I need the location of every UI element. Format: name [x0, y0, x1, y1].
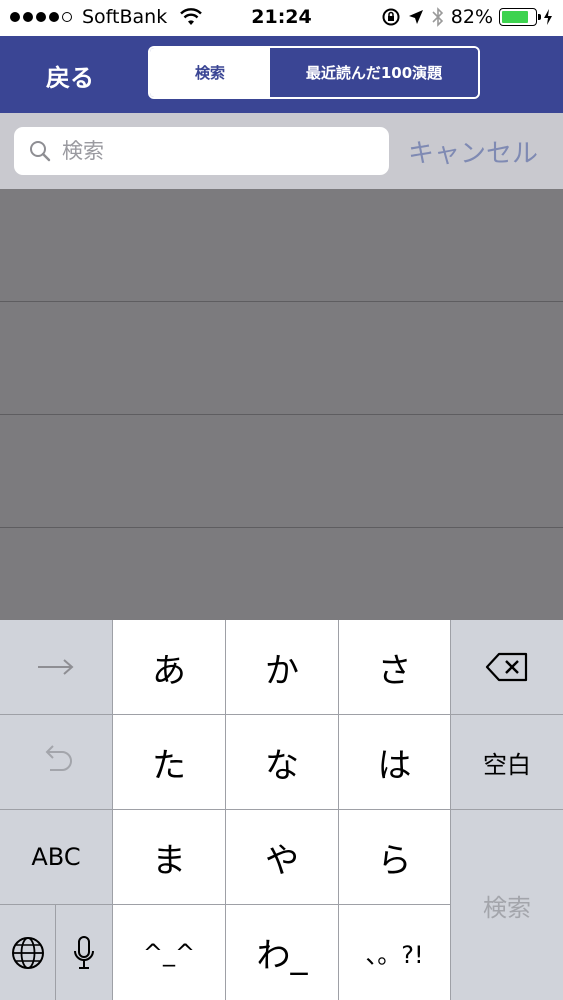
kana-key[interactable]: や [226, 810, 339, 905]
tab-recent-100[interactable]: 最近読んだ100演題 [270, 48, 478, 97]
search-input[interactable] [62, 139, 362, 163]
backspace-icon [485, 652, 528, 682]
kana-key[interactable]: た [113, 715, 226, 810]
kana-keyboard: あ か さ た な は 空白 ABC ま や ら 検索 ^_^ わ_ 、。?! [0, 620, 563, 1000]
kana-key[interactable]: な [226, 715, 339, 810]
arrow-right-icon [38, 659, 74, 675]
space-key[interactable]: 空白 [451, 715, 563, 810]
emoticon-key[interactable]: ^_^ [113, 905, 226, 1000]
results-overlay[interactable] [0, 189, 563, 620]
kana-key[interactable]: さ [339, 620, 451, 715]
charging-bolt-icon [544, 9, 552, 25]
punctuation-key[interactable]: 、。?! [339, 905, 451, 1000]
segmented-control: 検索 最近読んだ100演題 [148, 46, 480, 99]
kana-key[interactable]: わ_ [226, 905, 339, 1000]
list-item [0, 189, 563, 302]
kana-key[interactable]: ら [339, 810, 451, 905]
back-button[interactable]: 戻る [46, 58, 94, 93]
kana-key[interactable]: あ [113, 620, 226, 715]
battery-percent: 82% [450, 6, 493, 28]
delete-key[interactable] [451, 620, 563, 715]
kana-key[interactable]: か [226, 620, 339, 715]
microphone-key[interactable] [56, 905, 113, 1000]
search-key[interactable]: 検索 [451, 810, 563, 1000]
abc-key[interactable]: ABC [0, 810, 113, 905]
cancel-button[interactable]: キャンセル [408, 133, 538, 170]
cursor-right-key[interactable] [0, 620, 113, 715]
location-arrow-icon [408, 10, 423, 24]
list-item [0, 415, 563, 528]
status-bar: SoftBank 21:24 82% [0, 0, 563, 36]
undo-key[interactable] [0, 715, 113, 810]
bluetooth-icon [432, 7, 443, 27]
kana-key[interactable]: ま [113, 810, 226, 905]
tab-search[interactable]: 検索 [150, 48, 270, 97]
search-icon [30, 141, 51, 162]
kana-key[interactable]: は [339, 715, 451, 810]
undo-icon [45, 745, 72, 771]
list-item [0, 302, 563, 415]
search-field[interactable] [14, 127, 389, 175]
search-bar: キャンセル [0, 113, 563, 189]
microphone-icon [74, 935, 94, 969]
globe-key[interactable] [0, 905, 56, 1000]
globe-icon [11, 936, 44, 969]
battery-icon [499, 8, 541, 26]
navigation-bar: 戻る 検索 最近読んだ100演題 [0, 36, 563, 113]
orientation-lock-icon [382, 8, 400, 26]
